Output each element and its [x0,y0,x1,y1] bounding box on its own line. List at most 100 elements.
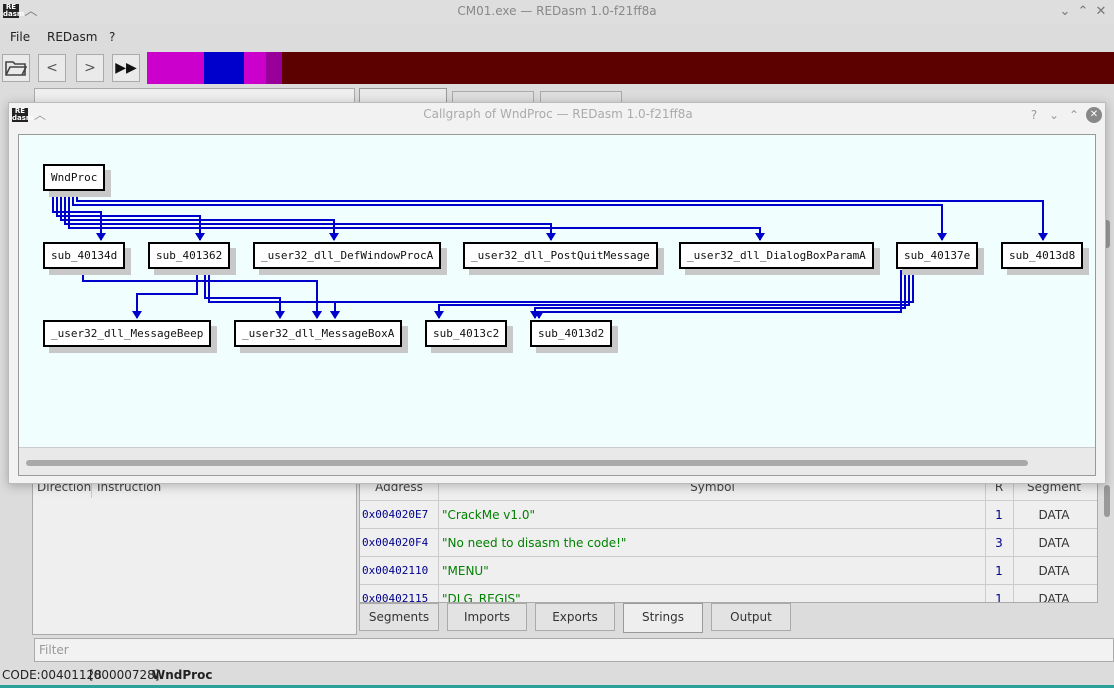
filter-input[interactable] [35,639,1113,661]
graph-node[interactable]: sub_4013c2 [425,320,508,347]
bottom-filter[interactable] [34,638,1114,662]
status-function: WndProc [152,668,213,682]
table-row[interactable]: 0x00402115 "DLG_REGIS" 1 DATA [360,584,1097,603]
arrow-head-icon [96,233,106,241]
fast-forward-icon: ▶▶ [115,60,137,76]
row-refs: 1 [995,592,1003,603]
status-offset: [00000728] [89,668,160,682]
arrow-head-icon [132,311,142,319]
arrow-head-icon [275,311,285,319]
row-segment: DATA [1038,592,1070,603]
back-button[interactable]: < [38,54,66,82]
call-edge [82,270,318,318]
status-address: CODE:00401128 [2,668,102,682]
call-edge [334,270,914,318]
call-edge [204,270,318,318]
arrow-head-icon [434,311,444,319]
arrow-head-icon [546,233,556,241]
call-edge [136,270,198,318]
divider [438,478,439,602]
tab-strings[interactable]: Strings [623,603,703,633]
tab-segments[interactable]: Segments [359,603,439,631]
window-title: CM01.exe — REDasm 1.0-f21ff8a [457,4,657,18]
table-row[interactable]: 0x00402110 "MENU" 1 DATA [360,556,1097,584]
minimize-button[interactable]: ⌄ [1056,3,1074,21]
table-row[interactable]: 0x004020F4 "No need to disasm the code!"… [360,528,1097,556]
row-segment: DATA [1038,564,1070,578]
scrollbar-thumb[interactable] [26,460,1028,466]
graph-node[interactable]: sub_40137e [896,242,979,269]
graph-node[interactable]: sub_401362 [148,242,231,269]
row-refs: 3 [995,536,1003,550]
table-row[interactable]: 0x004020E7 "CrackMe v1.0" 1 DATA [360,500,1097,528]
open-button[interactable] [2,54,30,82]
folder-open-icon [5,61,28,76]
graph-node[interactable]: _user32_dll_PostQuitMessage [463,242,658,269]
call-edge [538,270,902,318]
callgraph-dialog: RE dasm ︿ Callgraph of WndProc — REDasm … [8,102,1106,484]
segment-block[interactable] [204,52,244,84]
help-button[interactable]: ? [1025,106,1043,124]
maximize-button[interactable]: ⌃ [1074,3,1092,21]
row-refs: 1 [995,508,1003,522]
strings-table: Address Symbol R Segment 0x004020E7 "Cra… [359,477,1098,603]
callgraph-view[interactable]: WndProc sub_40134d sub_401362 _user32_dl… [18,134,1096,476]
menu-bar: File REDasm ? [0,27,1114,49]
graph-node[interactable]: sub_4013d8 [1001,242,1084,269]
callgraph-edges [52,192,1048,319]
row-address: 0x00402115 [362,592,429,603]
divider [1013,478,1014,602]
segment-block[interactable] [244,52,266,84]
minimize-button[interactable]: ⌄ [1045,106,1063,124]
graph-node[interactable]: _user32_dll_DialogBoxParamA [679,242,874,269]
tab-exports[interactable]: Exports [535,603,615,631]
call-edge [76,192,1044,240]
segment-block[interactable] [282,52,292,84]
arrow-head-icon [330,311,340,319]
goto-button[interactable]: ▶▶ [112,54,140,82]
scrollbar[interactable] [1104,485,1110,517]
call-edge [204,270,281,318]
tab-imports[interactable]: Imports [447,603,527,631]
graph-node[interactable]: sub_4013d2 [530,320,613,347]
row-refs: 1 [995,564,1003,578]
row-segment: DATA [1038,536,1070,550]
call-edge [534,270,906,318]
arrow-head-icon [937,233,947,241]
menu-file[interactable]: File [10,30,30,44]
graph-node[interactable]: _user32_dll_MessageBeep [43,320,212,347]
row-address: 0x004020F4 [362,536,429,549]
forward-button[interactable]: > [76,54,104,82]
dialog-title: Callgraph of WndProc — REDasm 1.0-f21ff8… [423,107,693,121]
menu-help[interactable]: ? [109,30,115,44]
arrow-head-icon [329,233,339,241]
row-symbol: "MENU" [442,564,489,578]
close-button[interactable]: ✕ [1092,3,1110,21]
call-edge [72,192,943,240]
maximize-button[interactable]: ⌃ [1065,106,1083,124]
graph-node-root[interactable]: WndProc [43,164,106,191]
segment-block[interactable] [266,52,282,84]
segment-block[interactable] [147,52,204,84]
horizontal-scrollbar[interactable] [19,447,1095,475]
menu-redasm[interactable]: REDasm [47,30,97,44]
row-address: 0x004020E7 [362,508,429,521]
arrow-head-icon [755,233,765,241]
call-edge [438,270,910,318]
status-bar: CODE:00401128 [00000728] WndProc [0,664,1114,686]
graph-node[interactable]: sub_40134d [43,242,126,269]
graph-node[interactable]: _user32_dll_DefWindowProcA [253,242,442,269]
arrow-head-icon [195,233,205,241]
tab-output[interactable]: Output [711,603,791,631]
row-segment: DATA [1038,508,1070,522]
close-button[interactable]: ✕ [1086,107,1102,123]
row-address: 0x00402110 [362,564,429,577]
arrow-head-icon [1038,233,1048,241]
references-panel: Direction Instruction [32,477,357,635]
title-bar: RE dasm ︿ CM01.exe — REDasm 1.0-f21ff8a … [0,0,1114,24]
segment-bar[interactable] [147,52,1114,84]
call-edge [56,192,201,240]
arrow-head-icon [312,311,322,319]
row-symbol: "No need to disasm the code!" [442,536,627,550]
graph-node[interactable]: _user32_dll_MessageBoxA [234,320,403,347]
